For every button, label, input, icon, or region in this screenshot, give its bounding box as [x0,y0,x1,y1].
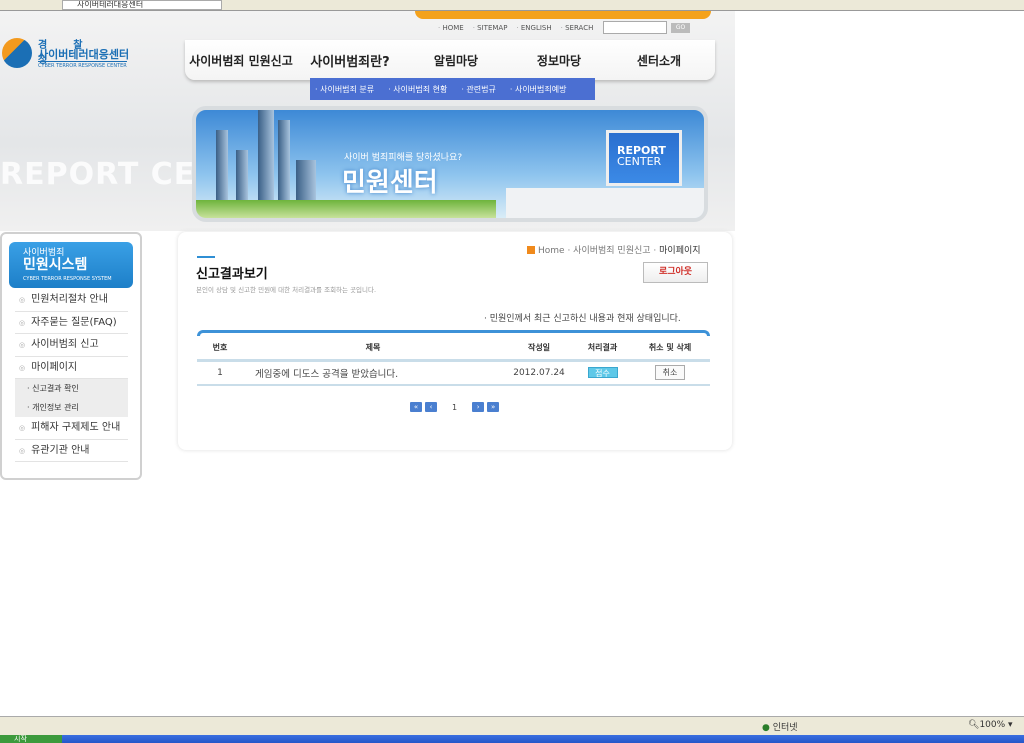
sidebar-item-procedure[interactable]: 민원처리절차 안내 [15,289,128,312]
banner: 사이버 범죄피해를 당하셨나요? 민원센터 REPORT CENTER [192,106,708,222]
col-date: 작성일 [503,336,575,362]
main-nav: 사이버범죄 민원신고 사이버범죄란? 알림마당 정보마당 센터소개 [185,40,715,80]
first-page-button[interactable]: « [410,402,422,412]
logo[interactable]: 경찰청 사이버테러대응센터 CYBER TERROR RESPONSE CENT… [2,36,137,72]
taskbar [0,735,1024,743]
search-go-button[interactable]: GO [671,23,690,33]
submenu-classification[interactable]: 사이버범죄 분류 [315,84,374,95]
sidebar-item-report[interactable]: 사이버범죄 신고 [15,334,128,357]
banner-title: 민원센터 [342,168,438,198]
logout-button[interactable]: 로그아웃 [643,262,708,283]
header-accent [415,11,711,19]
link-english[interactable]: ENGLISH [516,24,552,32]
browser-tab[interactable]: 사이버테러대응센터 [62,0,222,10]
home-icon [527,246,535,254]
cancel-button[interactable]: 취소 [655,365,685,381]
sidebar-item-victim-relief[interactable]: 피해자 구제제도 안내 [15,417,128,440]
report-center-monitor: REPORT CENTER [606,130,682,186]
breadcrumb: Home · 사이버범죄 민원신고 · 마이페이지 [527,243,701,256]
breadcrumb-home[interactable]: Home [538,246,565,256]
link-sitemap[interactable]: SITEMAP [473,24,507,32]
next-page-button[interactable]: › [472,402,485,412]
start-button[interactable]: 시작 [0,735,62,743]
page-title: 신고결과보기 [196,267,268,282]
pagination: « ‹ 1 › » [410,402,500,412]
logo-line3: CYBER TERROR RESPONSE CENTER [38,61,127,69]
top-links: HOME SITEMAP ENGLISH SERACH [438,21,593,35]
browser-status-bar: ● 인터넷 🔍︎100% ▾ [0,716,1024,735]
search-label: SERACH [561,24,593,32]
nav-notice[interactable]: 알림마당 [403,52,509,69]
internet-zone: ● 인터넷 [762,723,798,733]
col-title: 제목 [243,336,503,362]
submenu-laws[interactable]: 관련법규 [461,84,495,95]
sidebar-item-related-orgs[interactable]: 유관기관 안내 [15,440,128,462]
sidebar-header: 사이버범죄 민원시스템 CYBER TERROR RESPONSE SYSTEM [9,242,133,288]
col-number: 번호 [197,336,243,362]
table-note: · 민원인께서 최근 신고하신 내용과 현재 상태입니다. [484,314,681,324]
col-status: 처리결과 [575,336,630,362]
nav-report[interactable]: 사이버범죄 민원신고 [185,52,297,69]
results-table: 번호 제목 작성일 처리결과 취소 및 삭제 1 게임중에 디도스 공격을 받았… [197,330,710,386]
page-subtitle: 본인이 상담 및 신고한 민원에 대한 처리결과를 조회하는 곳입니다. [196,286,377,294]
row-title[interactable]: 게임중에 디도스 공격을 받았습니다. [243,360,503,386]
police-logo-icon [2,38,32,68]
submenu-status[interactable]: 사이버범죄 현황 [388,84,447,95]
row-number: 1 [197,360,243,386]
last-page-button[interactable]: » [487,402,500,412]
title-accent [197,256,215,258]
sidebar-item-faq[interactable]: 자주묻는 질문(FAQ) [15,312,128,334]
search-input[interactable] [603,21,667,34]
nav-info[interactable]: 정보마당 [509,52,609,69]
nav-cybercrime[interactable]: 사이버범죄란? [297,51,403,70]
magnifier-icon: 🔍︎ [968,720,980,730]
table-row: 1 게임중에 디도스 공격을 받았습니다. 2012.07.24 접수 취소 [197,360,710,386]
sidebar-subitem-profile[interactable]: 개인정보 관리 [15,398,128,417]
submenu: 사이버범죄 분류 사이버범죄 현황 관련법규 사이버범죄예방 [310,78,595,100]
globe-icon: ● [762,723,770,733]
prev-page-button[interactable]: ‹ [425,402,437,412]
browser-tab-strip: 사이버테러대응센터 [0,0,1024,11]
sidebar-menu: 민원처리절차 안내 자주묻는 질문(FAQ) 사이버범죄 신고 마이페이지 신고… [15,289,128,462]
sidebar-item-mypage[interactable]: 마이페이지 [15,357,128,379]
zoom-control[interactable]: 🔍︎100% ▾ [968,720,1013,730]
table-header-row: 번호 제목 작성일 처리결과 취소 및 삭제 [197,336,710,362]
breadcrumb-report[interactable]: 사이버범죄 민원신고 [573,246,650,256]
col-cancel-delete: 취소 및 삭제 [630,336,710,362]
link-home[interactable]: HOME [438,24,463,32]
submenu-prevention[interactable]: 사이버범죄예방 [510,84,567,95]
page-number[interactable]: 1 [452,403,457,412]
nav-center[interactable]: 센터소개 [609,52,709,69]
breadcrumb-mypage: 마이페이지 [659,246,701,256]
sidebar-subitem-result[interactable]: 신고결과 확인 [15,379,128,398]
logo-line2: 사이버테러대응센터 [38,48,130,61]
status-badge: 접수 [587,366,618,378]
row-date: 2012.07.24 [503,360,575,386]
